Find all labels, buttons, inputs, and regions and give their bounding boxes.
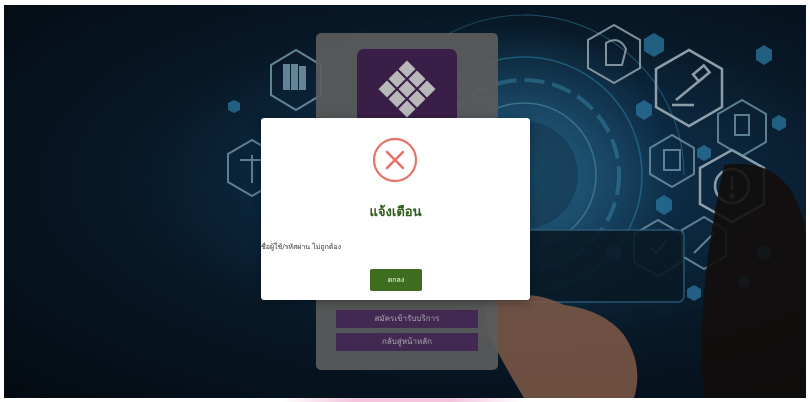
alert-message: ชื่อผู้ใช้/รหัสผ่าน ไม่ถูกต้อง [261, 243, 342, 251]
alert-title: แจ้งเตือน [369, 205, 422, 220]
alert-dialog: แจ้งเตือน ชื่อผู้ใช้/รหัสผ่าน ไม่ถูกต้อง… [261, 118, 530, 300]
background-banner: สมัครเข้ารับบริการ กลับสู่หน้าหลัก แจ้งเ… [4, 5, 806, 398]
bottom-strip [282, 398, 522, 402]
ok-button[interactable]: ตกลง [370, 269, 422, 291]
x-circle-icon [372, 137, 418, 183]
